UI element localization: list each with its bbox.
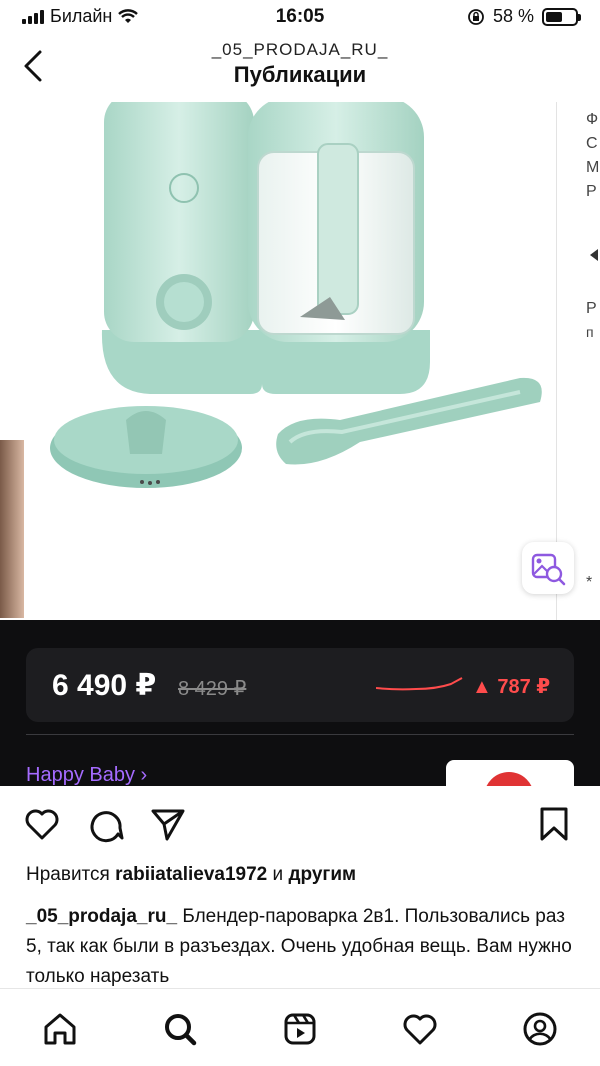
brand-logo-card: [446, 760, 574, 786]
caption-clip: _05_prodaja_ru_ Блендер-пароварка 2в1. П…: [0, 900, 600, 990]
liker-username[interactable]: rabiiatalieva1972: [115, 864, 267, 885]
visual-search-button[interactable]: [522, 542, 574, 594]
header: _05_PRODAJA_RU_ Публикации: [0, 34, 600, 102]
brand-logo: [484, 772, 534, 786]
caption: _05_prodaja_ru_ Блендер-пароварка 2в1. П…: [26, 902, 576, 990]
side-text-mid: Р: [586, 300, 597, 317]
search-icon[interactable]: [158, 1007, 202, 1051]
side-text-top: Ф С М Р: [586, 111, 600, 200]
tab-bar: [0, 988, 600, 1066]
likes-others[interactable]: другим: [288, 864, 356, 885]
likes-joiner: и: [272, 864, 284, 885]
current-price: 6 490 ₽: [52, 669, 157, 702]
home-icon[interactable]: [38, 1007, 82, 1051]
orientation-lock-icon: [468, 8, 484, 25]
side-text-mid2: п: [586, 324, 594, 340]
caption-username[interactable]: _05_prodaja_ru_: [26, 906, 177, 927]
post-image[interactable]: Ф С М Р Р п * 6 490 ₽ 8 429 ₽ ▲ 787 ₽ Ha…: [0, 102, 600, 786]
neighbor-photo-edge: [0, 440, 24, 618]
status-right: 58 %: [467, 6, 581, 27]
price-change: ▲ 787 ₽: [472, 676, 551, 698]
price-trend-line: [376, 677, 463, 691]
profile-icon[interactable]: [518, 1007, 562, 1051]
old-price: 8 429 ₽: [178, 678, 247, 700]
reels-icon[interactable]: [278, 1007, 322, 1051]
battery-percent: 58 %: [492, 6, 534, 26]
comment-icon[interactable]: [86, 804, 126, 844]
status-bar: Билайн 16:05 58 %: [0, 0, 600, 34]
heart-icon[interactable]: [22, 804, 62, 844]
side-text-bottom: *: [586, 574, 593, 591]
brand-link[interactable]: Happy Baby ›: [26, 764, 147, 786]
send-icon[interactable]: [148, 804, 188, 844]
price-panel: 6 490 ₽ 8 429 ₽ ▲ 787 ₽ Happy Baby ›: [0, 620, 600, 786]
page-title: Публикации: [233, 62, 367, 87]
bookmark-icon[interactable]: [534, 804, 574, 844]
battery-icon: [542, 7, 581, 26]
product-photo: [50, 102, 542, 488]
arrow-icon: [590, 249, 598, 261]
likes-prefix: Нравится: [26, 864, 110, 885]
image-search-icon: [531, 553, 566, 586]
activity-icon[interactable]: [398, 1007, 442, 1051]
price-card: 6 490 ₽ 8 429 ₽ ▲ 787 ₽: [26, 648, 574, 722]
account-name[interactable]: _05_PRODAJA_RU_: [0, 40, 600, 60]
post-actions: [0, 796, 600, 852]
likes-line[interactable]: Нравится rabiiatalieva1972 и другим: [26, 864, 356, 886]
panel-divider: [26, 734, 574, 735]
